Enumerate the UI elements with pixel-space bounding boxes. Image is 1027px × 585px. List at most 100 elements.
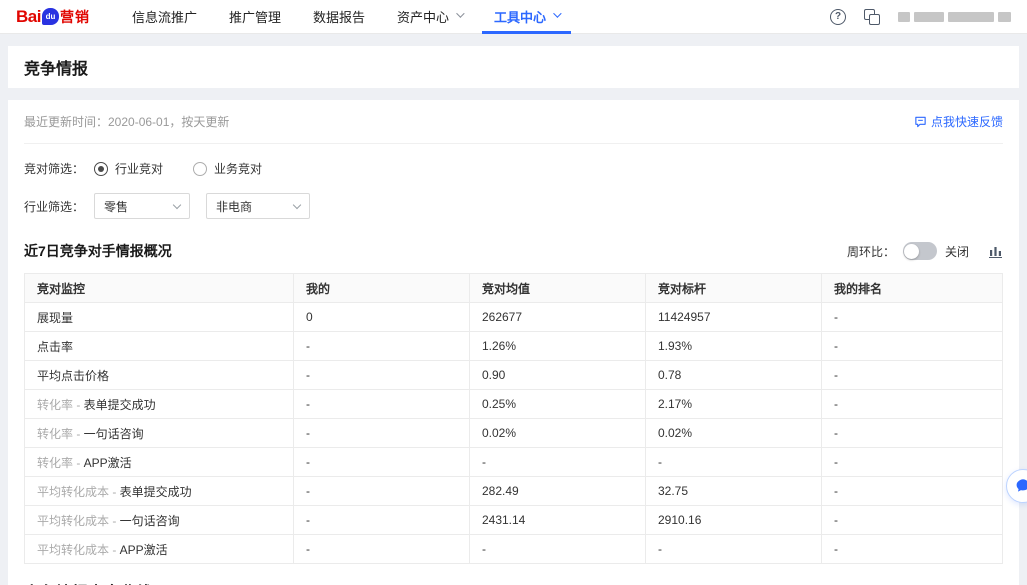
radio-label: 行业竞对: [115, 160, 163, 177]
industry-selects: 零售 非电商: [94, 193, 310, 219]
table-header-row: 竞对监控我的竞对均值竞对标杆我的排名: [25, 274, 1003, 303]
competitor-filter-label: 竞对筛选：: [24, 160, 84, 177]
cell-value: -: [822, 477, 1003, 506]
cell-value: -: [822, 448, 1003, 477]
industry-filter-label: 行业筛选：: [24, 198, 84, 215]
cell-value: -: [822, 361, 1003, 390]
cell-value: -: [822, 506, 1003, 535]
nav-item-label: 数据报告: [313, 7, 365, 26]
cell-value: 2910.16: [646, 506, 822, 535]
logo-text-bai: Bai: [16, 7, 41, 27]
top-navigation-bar: Bai du 营销 信息流推广 推广管理 数据报告 资产中心 工具中心 ?: [0, 0, 1027, 34]
cell-value: 0.02%: [646, 419, 822, 448]
cell-value: -: [293, 390, 469, 419]
competitor-radio-group: 行业竞对 业务竞对: [94, 160, 262, 177]
radio-circle-icon: [94, 162, 108, 176]
metric-name: APP激活: [120, 543, 168, 557]
toggle-knob-icon: [904, 244, 919, 259]
metric-prefix: 平均转化成本 -: [37, 485, 120, 499]
industry-select-dropdown[interactable]: 非电商: [206, 193, 310, 219]
nav-right-tools: ?: [830, 9, 1011, 25]
wow-toggle-state: 关闭: [945, 243, 969, 260]
last-update-time: 最近更新时间：2020-06-01，按天更新: [24, 113, 229, 130]
cell-value: -: [293, 506, 469, 535]
cell-metric-name: 点击率: [25, 332, 294, 361]
cell-value: -: [469, 535, 645, 564]
cell-value: -: [293, 332, 469, 361]
metric-name: 表单提交成功: [120, 485, 192, 499]
table-row: 平均转化成本 - 一句话咨询-2431.142910.16-: [25, 506, 1003, 535]
nav-item[interactable]: 推广管理: [213, 0, 297, 34]
feedback-label: 点我快速反馈: [931, 113, 1003, 130]
wow-toggle[interactable]: [903, 242, 937, 260]
cell-metric-name: 转化率 - 一句话咨询: [25, 419, 294, 448]
nav-item-label: 信息流推广: [132, 7, 197, 26]
update-info-row: 最近更新时间：2020-06-01，按天更新 点我快速反馈: [24, 100, 1003, 144]
column-header: 我的排名: [822, 274, 1003, 303]
column-header: 竞对监控: [25, 274, 294, 303]
cell-metric-name: 转化率 - 表单提交成功: [25, 390, 294, 419]
nav-item-label: 推广管理: [229, 7, 281, 26]
select-value: 零售: [104, 198, 128, 215]
radio-option[interactable]: 业务竞对: [193, 160, 262, 177]
section-tools: 周环比： 关闭: [847, 242, 1003, 260]
cell-value: -: [822, 419, 1003, 448]
cell-value: 1.93%: [646, 332, 822, 361]
metric-name: 展现量: [37, 311, 73, 325]
metric-name: 一句话咨询: [84, 427, 144, 441]
cell-value: 32.75: [646, 477, 822, 506]
select-value: 非电商: [216, 198, 252, 215]
bar-chart-icon[interactable]: [989, 244, 1003, 258]
cell-value: 2.17%: [646, 390, 822, 419]
baidu-marketing-logo[interactable]: Bai du 营销: [16, 7, 90, 27]
wow-compare-label: 周环比：: [847, 243, 895, 260]
industry-select-dropdown[interactable]: 零售: [94, 193, 190, 219]
table-row: 展现量026267711424957-: [25, 303, 1003, 332]
cell-value: 11424957: [646, 303, 822, 332]
nav-menu: 信息流推广 推广管理 数据报告 资产中心 工具中心: [116, 0, 575, 34]
cell-value: -: [822, 535, 1003, 564]
metric-name: 平均点击价格: [37, 369, 109, 383]
cell-value: 0.90: [469, 361, 645, 390]
cell-metric-name: 平均转化成本 - APP激活: [25, 535, 294, 564]
cell-value: -: [822, 390, 1003, 419]
nav-item[interactable]: 信息流推广: [116, 0, 213, 34]
help-icon[interactable]: ?: [830, 9, 846, 25]
radio-option[interactable]: 行业竞对: [94, 160, 163, 177]
cell-value: -: [822, 303, 1003, 332]
nav-item-active[interactable]: 工具中心: [478, 0, 575, 34]
user-account[interactable]: [898, 12, 1011, 22]
cell-value: -: [293, 361, 469, 390]
cell-value: -: [822, 332, 1003, 361]
cell-value: 0.02%: [469, 419, 645, 448]
cell-value: -: [293, 419, 469, 448]
metric-name: 一句话咨询: [120, 514, 180, 528]
chat-service-icon: [1014, 477, 1027, 495]
metric-name: APP激活: [84, 456, 132, 470]
baidu-paw-icon: du: [42, 8, 59, 25]
chevron-down-icon: [293, 200, 301, 208]
cell-value: -: [469, 448, 645, 477]
metric-prefix: 转化率 -: [37, 456, 84, 470]
column-header: 竞对均值: [469, 274, 645, 303]
nav-item-label: 资产中心: [397, 7, 449, 26]
cell-metric-name: 平均点击价格: [25, 361, 294, 390]
nav-item[interactable]: 资产中心: [381, 0, 478, 34]
table-row: 点击率-1.26%1.93%-: [25, 332, 1003, 361]
chevron-down-icon: [553, 9, 561, 17]
table-row: 平均点击价格-0.900.78-: [25, 361, 1003, 390]
table-row: 平均转化成本 - APP激活----: [25, 535, 1003, 564]
cell-value: 2431.14: [469, 506, 645, 535]
cell-value: -: [646, 448, 822, 477]
nav-item[interactable]: 数据报告: [297, 0, 381, 34]
page-title: 竞争情报: [24, 55, 88, 79]
cell-value: 0.25%: [469, 390, 645, 419]
cell-metric-name: 转化率 - APP激活: [25, 448, 294, 477]
overview-section-header: 近7日竞争对手情报概况 周环比： 关闭: [24, 241, 1003, 261]
logo-text-yingxiao: 营销: [60, 7, 90, 27]
accounts-switch-icon[interactable]: [864, 9, 880, 25]
quick-feedback-link[interactable]: 点我快速反馈: [914, 113, 1003, 130]
nav-item-label: 工具中心: [494, 7, 546, 26]
metric-prefix: 转化率 -: [37, 398, 84, 412]
competitor-filter-row: 竞对筛选： 行业竞对 业务竞对: [24, 160, 1003, 177]
